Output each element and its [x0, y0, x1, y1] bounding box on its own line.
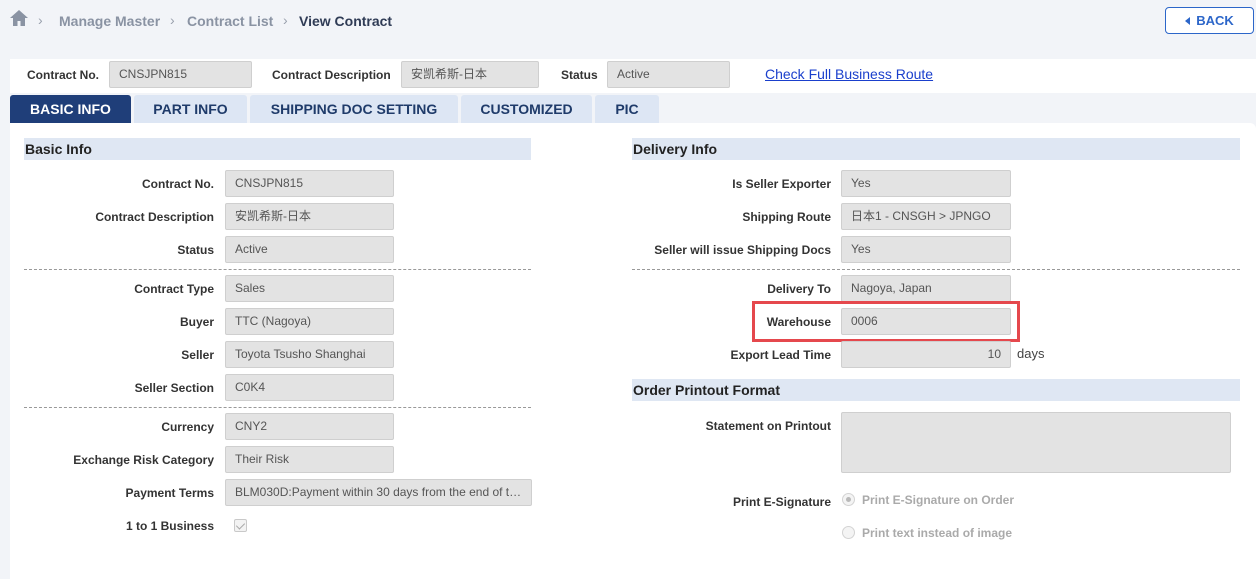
currency-label: Currency [161, 420, 214, 434]
tab-shipping-doc-setting[interactable]: SHIPPING DOC SETTING [250, 95, 458, 123]
delivery-to-label: Delivery To [767, 282, 831, 296]
is-seller-exporter-field: Yes [841, 170, 1011, 197]
tab-part-info[interactable]: PART INFO [134, 95, 247, 123]
text-instead-of-image-radio[interactable] [842, 526, 855, 539]
status-label: Status [177, 243, 214, 257]
check-business-route-link[interactable]: Check Full Business Route [765, 66, 933, 82]
header-contract-desc-label: Contract Description [272, 68, 391, 82]
divider [632, 269, 1240, 270]
lead-time-unit: days [1017, 346, 1045, 361]
one-to-one-business-label: 1 to 1 Business [125, 519, 214, 533]
header-status-field: Active [607, 61, 730, 88]
back-button-label: BACK [1196, 13, 1234, 28]
seller-section-field: C0K4 [225, 374, 394, 401]
divider [24, 269, 531, 270]
seller-issue-docs-field: Yes [841, 236, 1011, 263]
breadcrumb-manage-master[interactable]: Manage Master [59, 13, 160, 29]
basic-info-header: Basic Info [24, 138, 531, 160]
statement-printout-field [841, 412, 1231, 473]
esignature-on-order-label: Print E-Signature on Order [862, 493, 1015, 507]
back-arrow-icon [1185, 16, 1191, 25]
breadcrumb-contract-list[interactable]: Contract List [187, 13, 273, 29]
delivery-info-header: Delivery Info [632, 138, 1240, 160]
seller-field: Toyota Tsusho Shanghai [225, 341, 394, 368]
buyer-label: Buyer [179, 315, 214, 329]
shipping-route-field: 日本1 - CNSGH > JPNGO [841, 203, 1011, 230]
header-contract-no-label: Contract No. [27, 68, 99, 82]
back-button[interactable]: BACK [1165, 7, 1254, 34]
seller-section-label: Seller Section [134, 381, 214, 395]
text-instead-of-image-label: Print text instead of image [862, 526, 1013, 540]
payment-terms-field: BLM030D:Payment within 30 days from the … [225, 479, 532, 506]
breadcrumb-current: View Contract [299, 13, 393, 29]
warehouse-highlight-box [752, 301, 1020, 342]
payment-terms-label: Payment Terms [125, 486, 214, 500]
tab-customized[interactable]: CUSTOMIZED [461, 95, 592, 123]
tab-pic[interactable]: PIC [595, 95, 659, 123]
seller-label: Seller [181, 348, 214, 362]
order-printout-header: Order Printout Format [632, 379, 1240, 401]
delivery-to-field: Nagoya, Japan [841, 275, 1011, 302]
contract-description-label: Contract Description [95, 210, 214, 224]
contract-description-field: 安凯希斯-日本 [225, 203, 394, 230]
exchange-risk-field: Their Risk [225, 446, 394, 473]
esignature-on-order-radio[interactable] [842, 493, 855, 506]
export-lead-time-field: 10 [841, 341, 1011, 368]
contract-type-label: Contract Type [134, 282, 214, 296]
contract-no-field: CNSJPN815 [225, 170, 394, 197]
shipping-route-label: Shipping Route [742, 210, 831, 224]
statement-printout-label: Statement on Printout [705, 419, 831, 433]
is-seller-exporter-label: Is Seller Exporter [732, 177, 831, 191]
status-field: Active [225, 236, 394, 263]
header-contract-no-field: CNSJPN815 [109, 61, 252, 88]
top-bar: › Manage Master › Contract List › View C… [0, 0, 1256, 44]
contract-type-field: Sales [225, 275, 394, 302]
chevron-right-icon: › [283, 12, 288, 28]
export-lead-time-label: Export Lead Time [730, 348, 831, 362]
home-icon[interactable] [9, 9, 29, 27]
exchange-risk-label: Exchange Risk Category [73, 453, 214, 467]
currency-field: CNY2 [225, 413, 394, 440]
contract-no-label: Contract No. [142, 177, 214, 191]
buyer-field: TTC (Nagoya) [225, 308, 394, 335]
one-to-one-business-checkbox[interactable] [234, 519, 247, 532]
divider [24, 407, 531, 408]
chevron-right-icon: › [170, 12, 175, 28]
print-esignature-label: Print E-Signature [732, 495, 831, 509]
seller-issue-docs-label: Seller will issue Shipping Docs [654, 243, 831, 257]
header-status-label: Status [561, 68, 598, 82]
tab-basic-info[interactable]: BASIC INFO [10, 95, 131, 123]
chevron-right-icon: › [38, 12, 43, 28]
header-contract-desc-field: 安凯希斯-日本 [401, 61, 539, 88]
